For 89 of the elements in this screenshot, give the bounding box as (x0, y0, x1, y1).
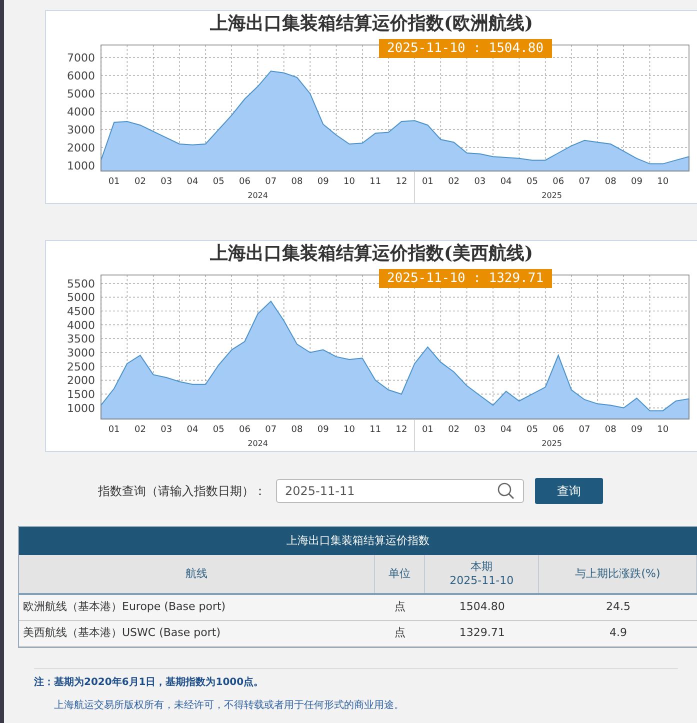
x-tick-label: 08 (604, 425, 616, 435)
x-tick-label: 02 (134, 177, 146, 187)
x-tick-label: 06 (552, 425, 564, 435)
table-title: 上海出口集装箱结算运价指数 (19, 527, 697, 555)
value-badge: 2025-11-10 : 1329.71 (379, 269, 552, 288)
x-tick-label: 07 (578, 425, 590, 435)
table-cell-text: 24.5 (604, 599, 632, 616)
x-tick-label: 10 (344, 177, 355, 187)
x-tick-label: 05 (526, 177, 538, 187)
y-tick-label: 2000 (67, 374, 95, 388)
query-label: 指数查询（请输入指数日期）： (98, 483, 266, 500)
value-badge: 2025-11-10 : 1504.80 (379, 39, 552, 58)
x-tick-label: 07 (265, 177, 277, 187)
x-tick-label: 12 (396, 425, 408, 435)
x-tick-label: 10 (657, 177, 669, 187)
copyright-text: 上海航运交易所版权所有，未经许可，不得转载或者用于任何形式的商业用途。 (53, 698, 405, 713)
y-tick-label: 4000 (67, 318, 95, 332)
x-tick-label: 04 (500, 177, 512, 187)
x-tick-label: 12 (396, 177, 408, 187)
chart-title: 上海出口集装箱结算运价指数(欧洲航线) (210, 12, 534, 36)
x-tick-label: 03 (474, 177, 486, 187)
query-button[interactable]: 查询 (535, 478, 603, 504)
note-text: 注：基期为2020年6月1日，基期指数为1000点。 (34, 675, 265, 690)
y-tick-label: 2500 (67, 360, 95, 374)
y-tick-label: 1500 (67, 388, 95, 402)
x-tick-label: 05 (526, 425, 538, 435)
x-tick-label: 11 (370, 425, 382, 435)
x-tick-label: 01 (422, 425, 434, 435)
table-cell-text: 4.9 (608, 625, 628, 642)
x-tick-label: 04 (186, 425, 198, 435)
y-tick-label: 5000 (67, 88, 95, 101)
y-tick-label: 5000 (67, 291, 95, 304)
x-tick-label: 04 (186, 177, 198, 187)
year-label: 2025 (542, 191, 562, 200)
chart-title: 上海出口集装箱结算运价指数(美西航线) (210, 242, 534, 266)
x-tick-label: 09 (317, 177, 329, 187)
y-tick-label: 4000 (67, 106, 95, 119)
x-tick-label: 08 (291, 425, 303, 435)
y-tick-label: 2000 (67, 142, 95, 155)
year-label: 2025 (542, 439, 562, 448)
x-tick-label: 04 (500, 425, 512, 435)
x-tick-label: 03 (474, 425, 486, 435)
table-cell-text: 点 (393, 625, 406, 642)
x-tick-label: 06 (239, 425, 250, 435)
x-tick-label: 08 (291, 177, 303, 187)
x-tick-label: 03 (160, 177, 172, 187)
x-tick-label: 06 (552, 177, 564, 187)
x-tick-label: 01 (422, 177, 434, 187)
x-tick-label: 02 (448, 177, 460, 187)
table-cell-text: 1504.80 (458, 599, 506, 616)
x-tick-label: 02 (134, 425, 146, 435)
table-cell-text: 美西航线（基本港）USWC (Base port) (22, 625, 222, 642)
x-tick-label: 06 (239, 177, 250, 187)
y-tick-label: 7000 (67, 52, 95, 65)
x-tick-label: 05 (212, 177, 224, 187)
y-tick-label: 6000 (67, 70, 95, 83)
year-label: 2024 (248, 191, 268, 200)
x-tick-label: 10 (657, 425, 669, 435)
x-tick-label: 03 (160, 425, 172, 435)
table-cell-text: 1329.71 (458, 625, 506, 642)
x-tick-label: 02 (448, 425, 460, 435)
x-tick-label: 10 (344, 425, 355, 435)
table-cell-text: 欧洲航线（基本港）Europe (Base port) (22, 599, 227, 616)
x-tick-label: 01 (108, 425, 120, 435)
y-tick-label: 3000 (67, 346, 95, 360)
y-tick-label: 1000 (67, 402, 95, 415)
x-tick-label: 01 (108, 177, 120, 187)
column-header: 与上期比涨跌(%) (539, 555, 697, 593)
year-label: 2024 (248, 439, 268, 448)
y-tick-label: 4500 (67, 305, 95, 318)
x-tick-label: 09 (631, 177, 642, 187)
x-tick-label: 05 (212, 425, 224, 435)
column-header: 本期 2025-11-10 (424, 555, 540, 593)
table-cell-text: 点 (393, 599, 406, 616)
column-header: 航线 (19, 555, 375, 593)
y-tick-label: 1000 (67, 160, 95, 173)
x-tick-label: 07 (265, 425, 277, 435)
y-tick-label: 5500 (67, 277, 95, 290)
x-tick-label: 09 (631, 425, 642, 435)
y-tick-label: 3000 (67, 124, 95, 137)
y-tick-label: 3500 (67, 332, 95, 346)
column-header: 单位 (374, 555, 425, 593)
search-icon (497, 482, 515, 500)
x-tick-label: 09 (317, 425, 329, 435)
date-field[interactable]: 2025-11-11 (276, 479, 524, 503)
date-input[interactable]: 2025-11-11 (285, 482, 497, 500)
x-tick-label: 08 (604, 177, 616, 187)
x-tick-label: 07 (578, 177, 590, 187)
x-tick-label: 11 (370, 177, 382, 187)
